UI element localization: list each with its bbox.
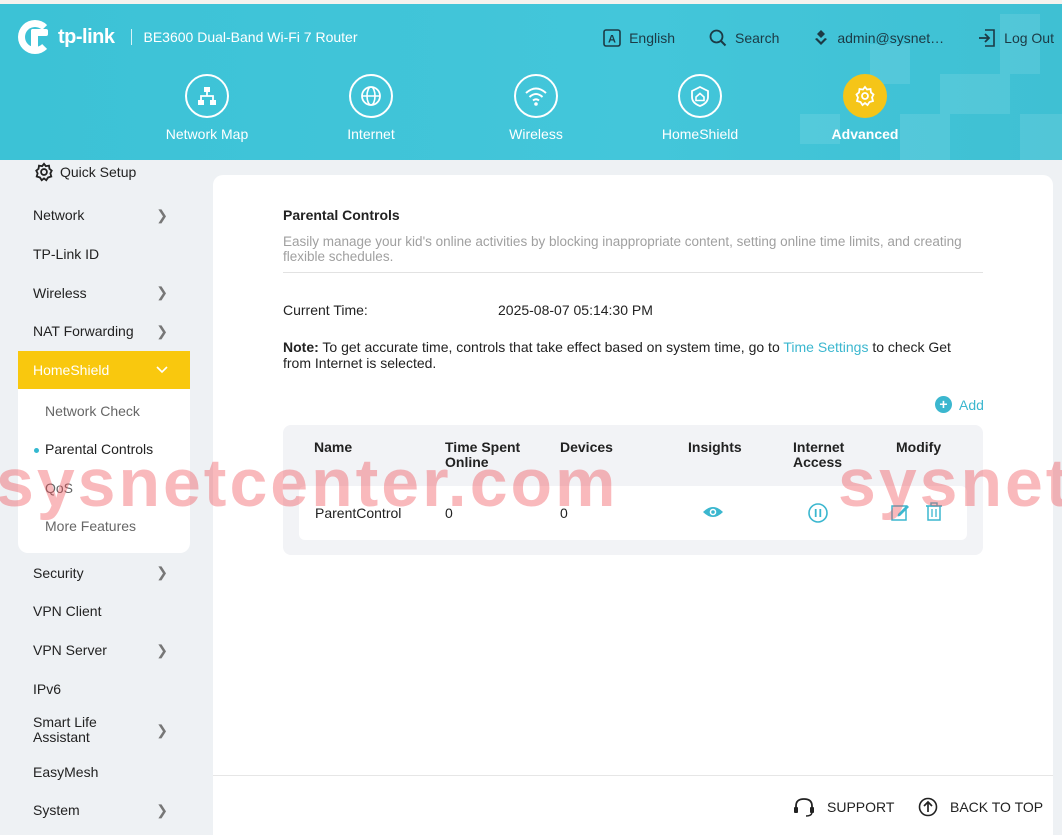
current-time-label: Current Time:: [283, 302, 368, 318]
chevron-right-icon: ❯: [156, 641, 168, 658]
nav-internet[interactable]: Internet: [301, 74, 441, 142]
chevron-right-icon: ❯: [156, 284, 168, 301]
sidebar-item-label: HomeShield: [33, 362, 110, 379]
nav-label: HomeShield: [661, 126, 739, 142]
language-icon: A: [603, 29, 621, 47]
support-label: SUPPORT: [827, 799, 895, 815]
top-bar: A English Search admin@sysnet… Log Out: [569, 29, 1054, 47]
sidebar-item-wireless[interactable]: Wireless ❯: [18, 273, 190, 312]
sidebar-item-security[interactable]: Security ❯: [18, 553, 190, 592]
search-icon: [709, 29, 727, 47]
nav-label: Network Map: [165, 126, 249, 142]
sidebar-item-smart-life-assistant[interactable]: Smart Life Assistant ❯: [18, 708, 190, 752]
page-title: Parental Controls: [283, 207, 400, 223]
svg-text:A: A: [608, 34, 616, 46]
sidebar-item-tplink-id[interactable]: TP-Link ID: [18, 235, 190, 274]
sidebar-item-quick-setup[interactable]: Quick Setup: [18, 160, 190, 184]
nav-label: Advanced: [831, 126, 899, 142]
nav-label: Wireless: [509, 126, 563, 142]
chevron-right-icon: ❯: [156, 801, 168, 818]
back-to-top-label: BACK TO TOP: [950, 799, 1044, 815]
language-button[interactable]: A English: [603, 29, 675, 47]
brand[interactable]: tp-link BE3600 Dual-Band Wi-Fi 7 Router: [18, 20, 358, 54]
nav-advanced[interactable]: Advanced: [795, 74, 935, 142]
column-header-insights: Insights: [688, 439, 742, 455]
sidebar-item-label: VPN Server: [33, 642, 107, 659]
sidebar-item-label: VPN Client: [33, 603, 102, 620]
brand-separator: [130, 29, 132, 45]
current-time-value: 2025-08-07 05:14:30 PM: [498, 302, 653, 318]
sidebar-item-label: TP-Link ID: [33, 246, 100, 263]
sidebar-item-label: Wireless: [33, 284, 87, 301]
sidebar-item-system[interactable]: System ❯: [18, 791, 190, 830]
search-label: Search: [735, 30, 780, 46]
router-model: BE3600 Dual-Band Wi-Fi 7 Router: [143, 29, 358, 45]
plus-icon: +: [935, 396, 952, 413]
sidebar-item-ipv6[interactable]: IPv6: [18, 670, 190, 709]
add-label: Add: [959, 396, 984, 413]
brand-name: tp-link: [58, 25, 115, 48]
sidebar-item-vpn-client[interactable]: VPN Client: [18, 592, 190, 631]
sidebar-item-label: Security: [33, 564, 84, 581]
logout-icon: [979, 29, 995, 47]
note-label: Note:: [283, 339, 319, 355]
nav-network-map[interactable]: Network Map: [137, 74, 277, 142]
watermark: sysnetcenter.com: [838, 445, 1062, 521]
pause-internet-icon[interactable]: [807, 502, 829, 524]
chevron-right-icon: ❯: [156, 721, 168, 738]
account-button[interactable]: admin@sysnet…: [813, 29, 944, 47]
nav-homeshield[interactable]: HomeShield: [630, 74, 770, 142]
gear-icon: [843, 74, 887, 118]
header: tp-link BE3600 Dual-Band Wi-Fi 7 Router …: [0, 4, 1062, 160]
nav-wireless[interactable]: Wireless: [466, 74, 606, 142]
time-note: Note: To get accurate time, controls tha…: [283, 339, 973, 371]
network-map-icon: [185, 74, 229, 118]
sidebar-item-nat-forwarding[interactable]: NAT Forwarding ❯: [18, 312, 190, 351]
sidebar-item-label: Smart Life Assistant: [33, 714, 97, 746]
quick-setup-label: Quick Setup: [60, 164, 137, 180]
back-to-top-button[interactable]: BACK TO TOP: [918, 797, 1043, 817]
sidebar-item-vpn-server[interactable]: VPN Server ❯: [18, 631, 190, 670]
sidebar-item-network[interactable]: Network ❯: [18, 196, 190, 235]
sidebar-item-label: Network: [33, 207, 85, 224]
main-nav: Network Map Internet Wireless HomeShield…: [0, 74, 1062, 154]
wifi-icon: [514, 74, 558, 118]
chevron-right-icon: ❯: [156, 564, 168, 581]
support-button[interactable]: SUPPORT: [793, 797, 894, 817]
account-label: admin@sysnet…: [837, 30, 945, 46]
logout-button[interactable]: Log Out: [978, 29, 1054, 47]
nav-label: Internet: [347, 126, 395, 142]
account-icon: [815, 30, 828, 45]
sidebar-item-label: IPv6: [33, 680, 62, 697]
headset-icon: [794, 798, 814, 817]
arrow-up-circle-icon: [918, 797, 938, 817]
chevron-down-icon: [156, 366, 168, 374]
search-button[interactable]: Search: [709, 29, 779, 47]
homeshield-icon: [678, 74, 722, 118]
logout-label: Log Out: [1004, 30, 1054, 46]
sidebar-item-label: System: [33, 802, 80, 819]
sidebar-item-label: NAT Forwarding: [33, 323, 134, 340]
sidebar-item-label: EasyMesh: [33, 763, 99, 780]
quick-setup-icon: [35, 162, 53, 182]
sidebar-item-homeshield[interactable]: HomeShield: [18, 350, 190, 390]
page-description: Easily manage your kid's online activiti…: [283, 234, 962, 264]
time-settings-link[interactable]: Time Settings: [783, 339, 868, 355]
insights-eye-icon[interactable]: [702, 505, 724, 519]
divider: [283, 272, 983, 273]
tplink-logo-icon: [18, 20, 54, 54]
add-button[interactable]: + Add: [935, 396, 984, 413]
sidebar-subitem-label: Network Check: [45, 402, 140, 419]
note-text: To get accurate time, controls that take…: [318, 339, 784, 355]
chevron-right-icon: ❯: [156, 206, 168, 223]
sidebar-item-easymesh[interactable]: EasyMesh: [18, 752, 190, 791]
globe-icon: [349, 74, 393, 118]
sidebar-subitem-network-check[interactable]: Network Check: [18, 391, 190, 430]
watermark: sysnetcenter.com: [0, 445, 619, 521]
panel-footer: SUPPORT BACK TO TOP: [213, 775, 1053, 835]
chevron-right-icon: ❯: [156, 322, 168, 339]
language-label: English: [629, 30, 675, 46]
